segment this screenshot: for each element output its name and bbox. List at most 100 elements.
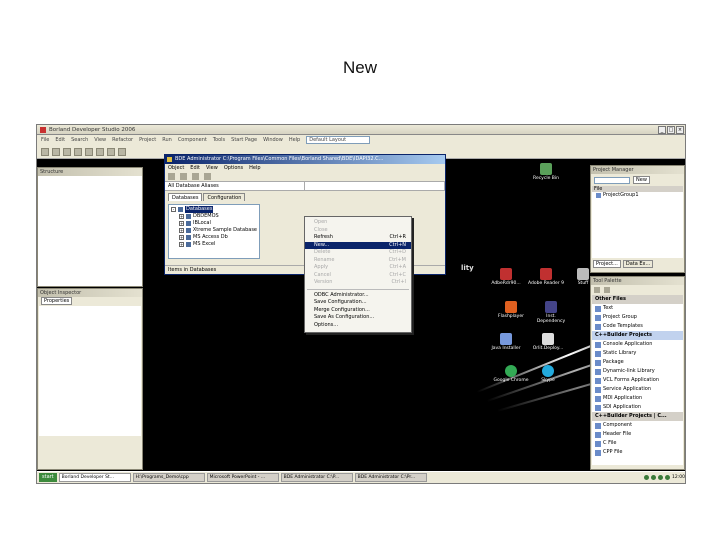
menu-item-file[interactable]: File <box>41 137 49 143</box>
desktop-icon-deploy[interactable]: Orlit.Deploy... <box>530 333 566 351</box>
tree-item[interactable]: + MS Excel <box>171 241 257 248</box>
cancel-icon[interactable] <box>204 173 211 180</box>
bde-menu-object[interactable]: Object <box>168 165 184 171</box>
new-icon[interactable] <box>41 148 49 156</box>
expand-icon[interactable]: + <box>179 235 184 240</box>
palette-categories-icon[interactable] <box>594 287 600 293</box>
palette-item[interactable]: Service Application <box>592 385 683 394</box>
desktop-icon-chrome[interactable]: Google Chrome <box>493 365 529 383</box>
close-button[interactable]: × <box>676 126 684 134</box>
tree-item[interactable]: + IBLocal <box>171 220 257 227</box>
apply-icon[interactable] <box>192 173 199 180</box>
expand-icon[interactable]: + <box>179 214 184 219</box>
context-menu-item[interactable]: ODBC Administrator... <box>305 292 411 300</box>
tab-configuration[interactable]: Configuration <box>203 193 246 201</box>
menu-item-component[interactable]: Component <box>178 137 207 143</box>
menu-item-project[interactable]: Project <box>139 137 156 143</box>
properties-tab[interactable]: Properties <box>41 297 73 305</box>
layout-combo[interactable]: Default Layout <box>306 136 371 144</box>
palette-category[interactable]: C++Builder Projects | C... <box>592 412 683 421</box>
menu-item-refactor[interactable]: Refactor <box>112 137 133 143</box>
context-menu-item[interactable]: Save As Configuration... <box>305 314 411 322</box>
menu-item-help[interactable]: Help <box>289 137 300 143</box>
palette-item[interactable]: Static Library <box>592 349 683 358</box>
taskbar-button[interactable]: BDE Administrator C:\P... <box>280 473 353 482</box>
palette-item[interactable]: CPP File <box>592 448 683 457</box>
context-menu-item[interactable]: Refresh Ctrl+R <box>305 234 411 242</box>
desktop-icon-flashplayer[interactable]: Flashplayer <box>493 301 529 319</box>
palette-search-icon[interactable] <box>604 287 610 293</box>
bde-menu-options[interactable]: Options <box>224 165 243 171</box>
expand-icon[interactable]: - <box>171 207 176 212</box>
delete-icon[interactable] <box>180 173 187 180</box>
expand-icon[interactable]: + <box>179 221 184 226</box>
desktop-icon-adobe-installer[interactable]: AdbeRdr90... <box>488 268 524 286</box>
tray-icon[interactable] <box>644 475 650 480</box>
tree-item[interactable]: + MS Access Db <box>171 234 257 241</box>
bde-menu-edit[interactable]: Edit <box>190 165 200 171</box>
save-icon[interactable] <box>63 148 71 156</box>
structure-content[interactable] <box>38 176 142 286</box>
palette-item[interactable]: Project Group <box>592 313 683 322</box>
run-icon[interactable] <box>96 148 104 156</box>
palette-item[interactable]: Dynamic-link Library <box>592 367 683 376</box>
desktop-icon-adobe-reader[interactable]: Adobe Reader 9 <box>528 268 564 286</box>
tray-icon[interactable] <box>658 475 664 480</box>
desktop-icon-dependency[interactable]: Inst. Dependency <box>533 301 569 324</box>
taskbar-button[interactable]: H:\Programs_Demo\cpp <box>132 473 205 482</box>
step-icon[interactable] <box>118 148 126 156</box>
palette-category[interactable]: Other Files <box>592 295 683 304</box>
menu-item-run[interactable]: Run <box>162 137 172 143</box>
save-all-icon[interactable] <box>74 148 82 156</box>
expand-icon[interactable]: + <box>179 242 184 247</box>
tree-item[interactable]: + Xtreme Sample Database <box>171 227 257 234</box>
desktop-icon-skype[interactable]: Skype <box>530 365 566 383</box>
open-project-icon[interactable] <box>85 148 93 156</box>
palette-item[interactable]: VCL Forms Application <box>592 376 683 385</box>
context-menu-item[interactable]: Merge Configuration... <box>305 307 411 315</box>
taskbar-button[interactable]: BDE Administrator C:\Pr... <box>354 473 427 482</box>
desktop-icon-java[interactable]: Java Installer <box>488 333 524 351</box>
desktop-icon-recycle-bin[interactable]: Recycle Bin <box>528 163 564 181</box>
menu-item-tools[interactable]: Tools <box>213 137 225 143</box>
minimize-button[interactable]: _ <box>658 126 666 134</box>
menu-item-view[interactable]: View <box>94 137 106 143</box>
palette-item[interactable]: SDI Application <box>592 403 683 412</box>
palette-item[interactable]: Header File <box>592 430 683 439</box>
project-group-row[interactable]: ProjectGroup1 <box>592 192 683 198</box>
pause-icon[interactable] <box>107 148 115 156</box>
inspector-grid[interactable] <box>39 306 141 436</box>
expand-icon[interactable]: + <box>179 228 184 233</box>
menu-item-edit[interactable]: Edit <box>55 137 65 143</box>
palette-item[interactable]: Console Application <box>592 340 683 349</box>
project-new-button[interactable]: New <box>633 176 650 184</box>
menu-item-window[interactable]: Window <box>263 137 283 143</box>
start-button[interactable]: start <box>39 473 57 482</box>
bde-menu-help[interactable]: Help <box>249 165 260 171</box>
context-menu-item[interactable]: New... Ctrl+N <box>305 241 411 249</box>
taskbar-button[interactable]: Borland Developer St... <box>58 473 131 482</box>
tab-databases[interactable]: Databases <box>168 193 203 201</box>
tab-project[interactable]: Project... <box>593 260 621 268</box>
menu-item-search[interactable]: Search <box>71 137 88 143</box>
palette-item[interactable]: Package <box>592 358 683 367</box>
palette-category[interactable]: C++Builder Projects <box>592 331 683 340</box>
bde-menu-view[interactable]: View <box>206 165 218 171</box>
palette-item[interactable]: Code Templates <box>592 322 683 331</box>
tray-icon[interactable] <box>651 475 657 480</box>
tree-item[interactable]: - Databases <box>171 206 257 213</box>
palette-item[interactable]: Component <box>592 421 683 430</box>
tab-data-explorer[interactable]: Data Ex... <box>622 260 654 268</box>
taskbar-button[interactable]: Microsoft PowerPoint - ... <box>206 473 279 482</box>
open-icon[interactable] <box>52 148 60 156</box>
palette-item[interactable]: C File <box>592 439 683 448</box>
context-menu-item[interactable]: Options... <box>305 322 411 330</box>
context-menu-item[interactable]: Save Configuration... <box>305 299 411 307</box>
back-icon[interactable] <box>168 173 175 180</box>
palette-item[interactable]: Text <box>592 304 683 313</box>
menu-item-start-page[interactable]: Start Page <box>231 137 257 143</box>
tree-item[interactable]: + DBDEMOS <box>171 213 257 220</box>
project-combo[interactable] <box>594 176 630 184</box>
palette-item[interactable]: MDI Application <box>592 394 683 403</box>
maximize-button[interactable]: □ <box>667 126 675 134</box>
